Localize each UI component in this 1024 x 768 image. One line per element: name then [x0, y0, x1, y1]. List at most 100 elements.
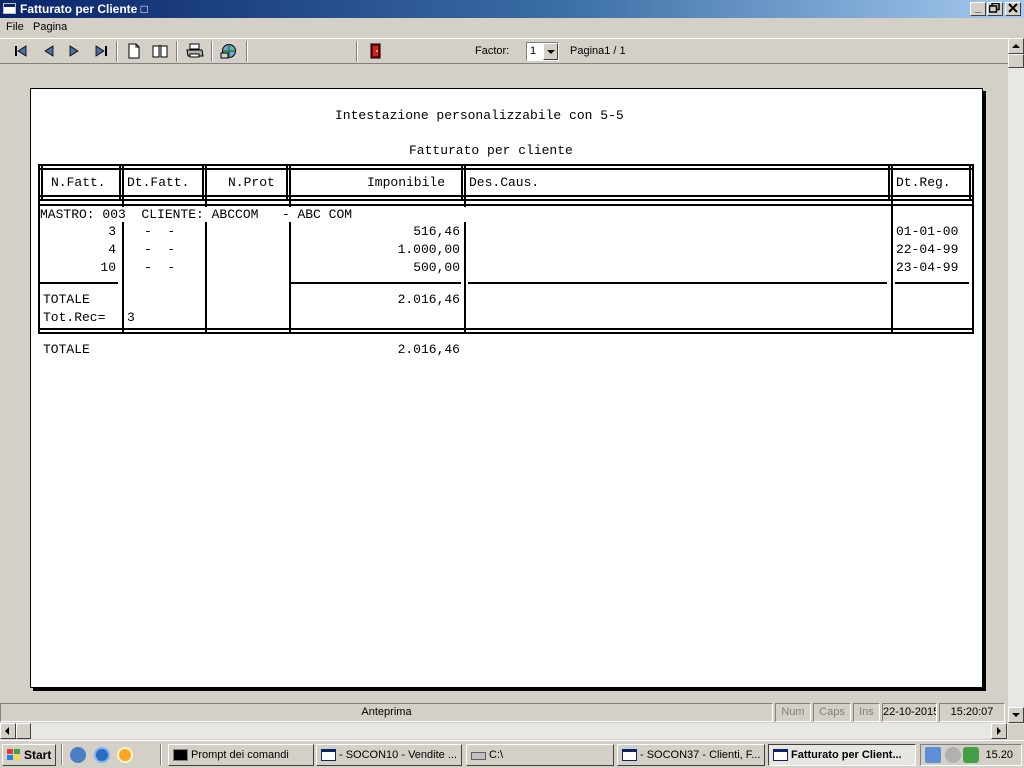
exit-button[interactable]: [364, 41, 386, 61]
settings-tray-icon[interactable]: [945, 747, 961, 763]
table-row: 10 - - 500,00 23-04-99: [31, 260, 982, 275]
scroll-right-button[interactable]: [991, 723, 1007, 739]
factor-select[interactable]: 1: [526, 42, 559, 61]
column-header-imponibile: Imponibile: [367, 175, 446, 190]
task-socon37[interactable]: - SOCON37 - Clienti, F...: [617, 744, 765, 766]
menu-file[interactable]: File: [6, 21, 24, 33]
status-ins: Ins: [853, 703, 880, 722]
scroll-left-button[interactable]: [0, 723, 16, 739]
record-count-label: Tot.Rec=: [43, 310, 106, 325]
vertical-scrollbar[interactable]: [1008, 38, 1024, 724]
task-label: - SOCON37 - Clienti, F...: [640, 749, 761, 761]
page-icon: [128, 43, 140, 59]
factor-label: Factor:: [475, 45, 510, 57]
next-page-button[interactable]: [63, 41, 85, 61]
rule-line: [40, 282, 118, 284]
open-book-icon: [152, 45, 168, 58]
browser-quicklaunch-icon[interactable]: [94, 747, 110, 763]
scroll-thumb[interactable]: [16, 723, 31, 739]
arrow-right-icon: [69, 45, 79, 57]
column-border: [119, 164, 121, 201]
drive-icon: [471, 752, 486, 760]
report-page: Intestazione personalizzabile con 5-5 Fa…: [30, 88, 983, 688]
toolbar-separator: [246, 41, 248, 62]
cell-dt-reg: 23-04-99: [896, 260, 959, 275]
chevron-down-icon[interactable]: [543, 43, 558, 60]
column-border: [969, 164, 971, 201]
start-button[interactable]: Start: [2, 744, 56, 766]
scroll-up-button[interactable]: [1008, 38, 1024, 54]
taskbar-separator: [160, 744, 162, 765]
close-button[interactable]: [1005, 2, 1021, 16]
last-page-button[interactable]: [90, 41, 112, 61]
column-border: [286, 164, 288, 201]
window-icon: [321, 749, 336, 761]
scroll-down-button[interactable]: [1008, 707, 1024, 723]
record-count-value: 3: [127, 310, 135, 325]
table-row: 4 - - 1.000,00 22-04-99: [31, 242, 982, 257]
rule-line: [40, 168, 974, 170]
toolbar-separator: [356, 41, 358, 62]
minimize-button[interactable]: _: [970, 2, 986, 16]
grand-total-label: TOTALE: [43, 342, 90, 357]
status-time: 15:20:07: [939, 703, 1005, 722]
column-border: [461, 164, 463, 201]
cell-imponibile: 1.000,00: [397, 242, 460, 257]
window-icon: [773, 749, 788, 761]
single-page-button[interactable]: [123, 41, 145, 61]
print-button[interactable]: [184, 41, 206, 61]
windows-logo-icon: [7, 749, 21, 761]
cell-dt-fatt: - -: [144, 242, 176, 257]
restore-button[interactable]: [987, 2, 1003, 16]
report-title: Fatturato per cliente: [409, 143, 573, 158]
two-pages-button[interactable]: [149, 41, 171, 61]
status-bar: Anteprima Num Caps Ins 22-10-2015 15:20:…: [0, 701, 1008, 723]
cell-imponibile: 500,00: [413, 260, 460, 275]
task-drive-c[interactable]: C:\: [466, 744, 614, 766]
window-title: Fatturato per Cliente □: [20, 2, 148, 16]
cell-n-fatt: 10: [100, 260, 116, 275]
media-player-icon[interactable]: [117, 747, 133, 763]
rule-line: [40, 328, 974, 330]
start-label: Start: [24, 748, 52, 762]
menu-pagina[interactable]: Pagina: [33, 21, 67, 33]
restore-icon: [988, 2, 1000, 13]
first-page-icon: [15, 45, 27, 57]
cell-n-fatt: 4: [108, 242, 116, 257]
toolbar-separator: [176, 41, 178, 62]
task-prompt[interactable]: Prompt dei comandi: [168, 744, 314, 766]
task-label: - SOCON10 - Vendite ...: [339, 749, 457, 761]
task-socon10[interactable]: - SOCON10 - Vendite ...: [316, 744, 462, 766]
taskbar: Start Prompt dei comandi - SOCON10 - Ven…: [0, 740, 1024, 768]
rule-line: [40, 195, 974, 197]
rule-line: [40, 332, 974, 334]
rule-line: [291, 282, 461, 284]
rule-line: [468, 282, 887, 284]
task-fatturato[interactable]: Fatturato per Client...: [768, 744, 916, 766]
security-icon[interactable]: [963, 747, 979, 763]
taskbar-clock: 15.20: [985, 749, 1013, 761]
export-button[interactable]: [218, 41, 240, 61]
arrow-left-icon: [44, 45, 54, 57]
column-header-dt-reg: Dt.Reg.: [896, 175, 951, 190]
horizontal-scrollbar[interactable]: [0, 723, 1008, 739]
factor-value: 1: [530, 45, 537, 57]
cell-imponibile: 516,46: [413, 224, 460, 239]
printer-icon: [186, 43, 204, 58]
column-header-dt-fatt: Dt.Fatt.: [127, 175, 190, 190]
previous-page-button[interactable]: [38, 41, 60, 61]
rule-line: [40, 164, 974, 166]
column-header-n-fatt: N.Fatt.: [51, 175, 106, 190]
rule-line: [895, 282, 969, 284]
toolbar-separator: [211, 41, 213, 62]
column-header-n-prot: N.Prot: [228, 175, 275, 190]
first-page-button[interactable]: [10, 41, 32, 61]
table-row: 3 - - 516,46 01-01-00: [31, 224, 982, 239]
subtotal-value: 2.016,46: [397, 292, 460, 307]
network-icon[interactable]: [925, 747, 941, 763]
scroll-thumb[interactable]: [1008, 54, 1024, 68]
column-border: [202, 164, 204, 201]
cell-dt-fatt: - -: [144, 224, 176, 239]
ie-quicklaunch-icon[interactable]: [70, 747, 86, 763]
cell-dt-reg: 01-01-00: [896, 224, 959, 239]
